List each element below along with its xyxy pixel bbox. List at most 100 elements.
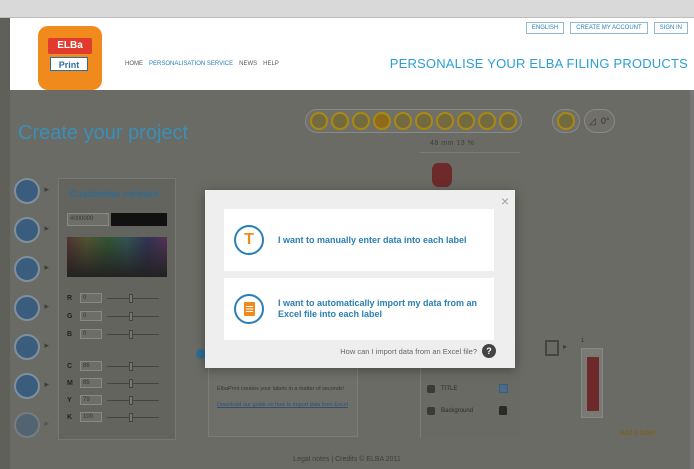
document-arrow-icon: ▸ — [563, 342, 568, 351]
close-icon[interactable]: × — [501, 194, 509, 208]
align-center-icon[interactable] — [331, 112, 349, 130]
g-input[interactable]: 0 — [80, 311, 102, 321]
canvas-artwork — [432, 163, 452, 187]
y-slider-row: Y 79 — [67, 395, 159, 405]
browser-strip — [0, 0, 694, 18]
y-slider[interactable] — [107, 395, 159, 405]
m-slider-knob[interactable] — [129, 378, 133, 388]
align-left-icon[interactable] — [310, 112, 328, 130]
main-nav: HOME PERSONALISATION SERVICE NEWS HELP — [125, 61, 279, 67]
page-title: Create your project — [18, 122, 189, 144]
text-entry-letter: T — [244, 231, 254, 248]
excel-import-option[interactable]: I want to automatically import my data f… — [224, 278, 494, 340]
k-slider[interactable] — [107, 412, 159, 422]
top-links: ENGLISH CREATE MY ACCOUNT SIGN IN — [525, 22, 688, 34]
r-slider[interactable] — [107, 293, 159, 303]
b-slider-row: B 0 — [67, 329, 159, 339]
hex-input[interactable]: #000000 — [67, 213, 109, 226]
nav-home[interactable]: HOME — [125, 61, 143, 67]
print-icon[interactable] — [14, 373, 49, 399]
colour-panel-title: Customise colours — [69, 189, 160, 200]
y-slider-knob[interactable] — [129, 395, 133, 405]
copy-icon[interactable] — [499, 112, 517, 130]
k-slider-knob[interactable] — [129, 412, 133, 422]
add-label-link[interactable]: Add a label — [620, 430, 655, 437]
elbaprint-logo[interactable]: ELBa Print — [38, 26, 102, 90]
zoom-out-icon[interactable] — [457, 112, 475, 130]
language-link[interactable]: ENGLISH — [525, 22, 565, 34]
text-layer-icon — [427, 384, 435, 393]
crop-icon[interactable] — [352, 112, 370, 130]
colour-swatch — [111, 213, 167, 226]
c-slider[interactable] — [107, 361, 159, 371]
thumbnail-artwork — [587, 357, 599, 411]
hand-icon[interactable] — [394, 112, 412, 130]
layer-label: Background — [441, 407, 474, 414]
nav-news[interactable]: NEWS — [239, 61, 257, 67]
m-slider[interactable] — [107, 378, 159, 388]
k-slider-row: K 100 — [67, 412, 159, 422]
c-slider-knob[interactable] — [129, 361, 133, 371]
create-account-link[interactable]: CREATE MY ACCOUNT — [570, 22, 648, 34]
footer: Legal notes | Credits © ELBA 2011 — [293, 456, 401, 463]
y-input[interactable]: 79 — [80, 395, 102, 405]
logo-product: Print — [50, 57, 88, 71]
c-input[interactable]: 86 — [80, 361, 102, 371]
camera-icon[interactable] — [14, 256, 49, 282]
camera-layer-icon — [427, 406, 435, 415]
layer-edit-icon[interactable] — [499, 384, 508, 393]
import-choice-modal: × T I want to manually enter data into e… — [205, 190, 515, 368]
c-slider-row: C 86 — [67, 361, 159, 371]
shapes-icon[interactable] — [14, 295, 49, 321]
text-icon[interactable] — [14, 217, 49, 243]
colours-icon[interactable] — [14, 178, 49, 204]
b-input[interactable]: 0 — [80, 329, 102, 339]
r-input[interactable]: 0 — [80, 293, 102, 303]
undo-icon[interactable] — [557, 112, 575, 130]
excel-guide-link[interactable]: Download our guide on how to import data… — [217, 402, 357, 409]
nav-help[interactable]: HELP — [263, 61, 279, 67]
sign-in-link[interactable]: SIGN IN — [653, 22, 688, 34]
template-icon[interactable] — [14, 334, 49, 360]
question-icon[interactable]: ? — [482, 344, 496, 358]
r-slider-row: R 0 — [67, 293, 159, 303]
rotate-group — [552, 109, 580, 133]
k-input[interactable]: 100 — [80, 412, 102, 422]
rotate-angle-field[interactable]: ◿ 0° — [584, 109, 615, 133]
document-icon[interactable] — [545, 340, 559, 356]
b-slider[interactable] — [107, 329, 159, 339]
tool-rail — [14, 178, 56, 440]
thumbnail-number: 1 — [581, 338, 585, 344]
finish-icon[interactable] — [14, 412, 49, 438]
y-label: Y — [67, 396, 72, 404]
headline: PERSONALISE YOUR ELBA FILING PRODUCTS — [389, 56, 688, 71]
b-slider-knob[interactable] — [129, 329, 133, 339]
k-label: K — [67, 413, 73, 421]
grid-icon[interactable] — [415, 112, 433, 130]
colour-spectrum[interactable] — [67, 237, 167, 277]
excel-file-icon — [234, 294, 264, 324]
layer-row[interactable]: Background — [427, 406, 507, 415]
r-slider-knob[interactable] — [129, 293, 133, 303]
logo-brand: ELBa — [48, 38, 92, 54]
layer-label: TITLE — [441, 385, 458, 392]
g-slider-knob[interactable] — [129, 311, 133, 321]
nav-personalisation-service[interactable]: PERSONALISATION SERVICE — [149, 61, 233, 67]
layer-row[interactable]: TITLE — [427, 384, 508, 393]
tool-group — [305, 109, 522, 133]
manual-entry-option[interactable]: T I want to manually enter data into eac… — [224, 209, 494, 271]
pointer-icon[interactable] — [373, 112, 391, 130]
excel-import-faq[interactable]: How can I import data from an Excel file… — [340, 344, 496, 358]
triangle-icon: ◿ — [589, 115, 596, 126]
m-input[interactable]: 85 — [80, 378, 102, 388]
label-thumbnails: 1 — [578, 338, 614, 438]
lock-icon[interactable] — [499, 406, 507, 415]
zoom-in-icon[interactable] — [436, 112, 454, 130]
r-label: R — [67, 294, 73, 302]
scrollbar[interactable] — [690, 90, 694, 469]
refresh-icon[interactable] — [478, 112, 496, 130]
canvas-dimensions: 48 mm 13 % — [430, 140, 475, 147]
label-thumbnail[interactable] — [581, 348, 603, 418]
g-slider[interactable] — [107, 311, 159, 321]
c-label: C — [67, 362, 73, 370]
